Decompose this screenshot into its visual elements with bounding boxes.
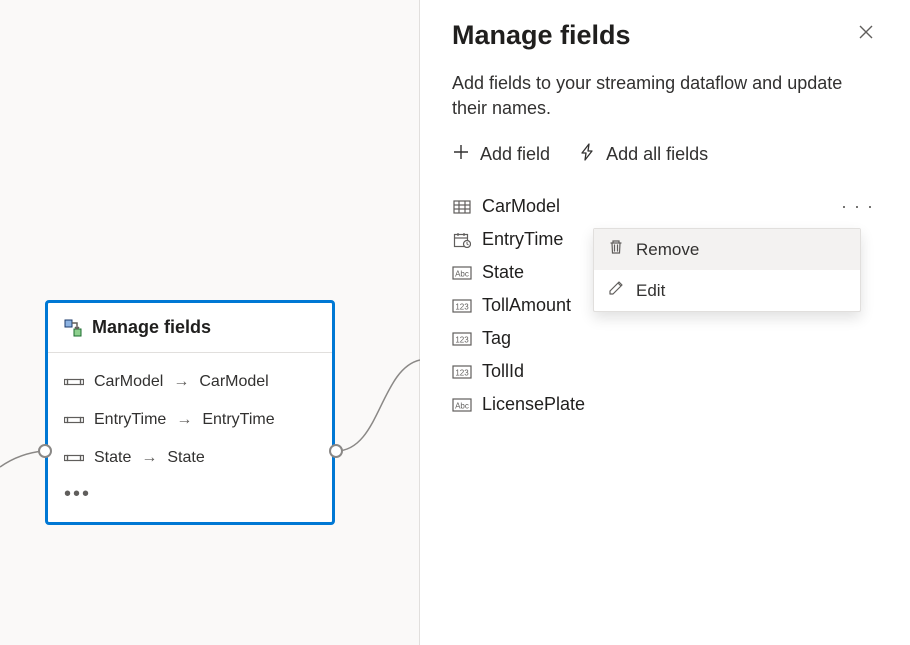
close-panel-button[interactable] bbox=[854, 20, 878, 49]
add-all-fields-label: Add all fields bbox=[606, 144, 708, 165]
table-type-icon bbox=[452, 199, 472, 215]
svg-text:Abc: Abc bbox=[455, 269, 469, 278]
mapping-source: CarModel bbox=[94, 373, 163, 391]
field-more-button[interactable]: · · · bbox=[837, 196, 878, 217]
mapping-target: EntryTime bbox=[202, 411, 274, 429]
add-all-fields-button[interactable]: Add all fields bbox=[578, 143, 708, 166]
mapping-row: EntryTime → EntryTime bbox=[64, 401, 316, 439]
field-row-tollid[interactable]: 123 TollId bbox=[452, 355, 878, 388]
mapping-target: State bbox=[167, 449, 204, 467]
number-type-icon: 123 bbox=[452, 364, 472, 380]
panel-title: Manage fields bbox=[452, 20, 631, 51]
node-type-icon bbox=[64, 319, 82, 337]
arrow-icon: → bbox=[176, 411, 192, 429]
field-name: LicensePlate bbox=[482, 394, 585, 415]
node-input-port[interactable] bbox=[38, 444, 52, 458]
svg-text:123: 123 bbox=[455, 335, 469, 344]
add-field-button[interactable]: Add field bbox=[452, 143, 550, 166]
column-icon bbox=[64, 451, 84, 465]
plus-icon bbox=[452, 143, 470, 166]
column-icon bbox=[64, 413, 84, 427]
field-row-licenseplate[interactable]: Abc LicensePlate bbox=[452, 388, 878, 421]
number-type-icon: 123 bbox=[452, 298, 472, 314]
mapping-row: State → State bbox=[64, 439, 316, 477]
field-context-menu: Remove Edit bbox=[593, 228, 861, 312]
edit-label: Edit bbox=[636, 281, 665, 301]
edit-menu-item[interactable]: Edit bbox=[594, 270, 860, 311]
string-type-icon: Abc bbox=[452, 397, 472, 413]
svg-text:Abc: Abc bbox=[455, 401, 469, 410]
add-field-label: Add field bbox=[480, 144, 550, 165]
svg-text:123: 123 bbox=[455, 368, 469, 377]
field-name: TollId bbox=[482, 361, 524, 382]
field-name: TollAmount bbox=[482, 295, 571, 316]
manage-fields-panel: Manage fields Add fields to your streami… bbox=[420, 0, 910, 645]
node-title: Manage fields bbox=[92, 317, 211, 338]
field-name: EntryTime bbox=[482, 229, 563, 250]
field-name: CarModel bbox=[482, 196, 560, 217]
node-header: Manage fields bbox=[48, 303, 332, 353]
svg-text:123: 123 bbox=[455, 302, 469, 311]
mapping-row: CarModel → CarModel bbox=[64, 363, 316, 401]
mapping-source: State bbox=[94, 449, 131, 467]
remove-menu-item[interactable]: Remove bbox=[594, 229, 860, 270]
arrow-icon: → bbox=[173, 373, 189, 391]
manage-fields-node[interactable]: Manage fields CarModel → CarModel EntryT… bbox=[45, 300, 335, 525]
field-row-carmodel[interactable]: CarModel · · · bbox=[452, 190, 878, 223]
datetime-type-icon bbox=[452, 232, 472, 248]
canvas-area[interactable]: Manage fields CarModel → CarModel EntryT… bbox=[0, 0, 420, 645]
column-icon bbox=[64, 375, 84, 389]
mapping-source: EntryTime bbox=[94, 411, 166, 429]
field-row-tag[interactable]: 123 Tag bbox=[452, 322, 878, 355]
node-output-port[interactable] bbox=[329, 444, 343, 458]
number-type-icon: 123 bbox=[452, 331, 472, 347]
lightning-icon bbox=[578, 143, 596, 166]
pencil-icon bbox=[608, 280, 624, 301]
field-name: State bbox=[482, 262, 524, 283]
trash-icon bbox=[608, 239, 624, 260]
node-more-indicator[interactable]: ••• bbox=[64, 477, 316, 510]
panel-description: Add fields to your streaming dataflow an… bbox=[452, 71, 878, 121]
close-icon bbox=[858, 24, 874, 44]
string-type-icon: Abc bbox=[452, 265, 472, 281]
remove-label: Remove bbox=[636, 240, 699, 260]
field-name: Tag bbox=[482, 328, 511, 349]
arrow-icon: → bbox=[141, 449, 157, 467]
mapping-target: CarModel bbox=[199, 373, 268, 391]
node-body: CarModel → CarModel EntryTime → EntryTim… bbox=[48, 353, 332, 522]
